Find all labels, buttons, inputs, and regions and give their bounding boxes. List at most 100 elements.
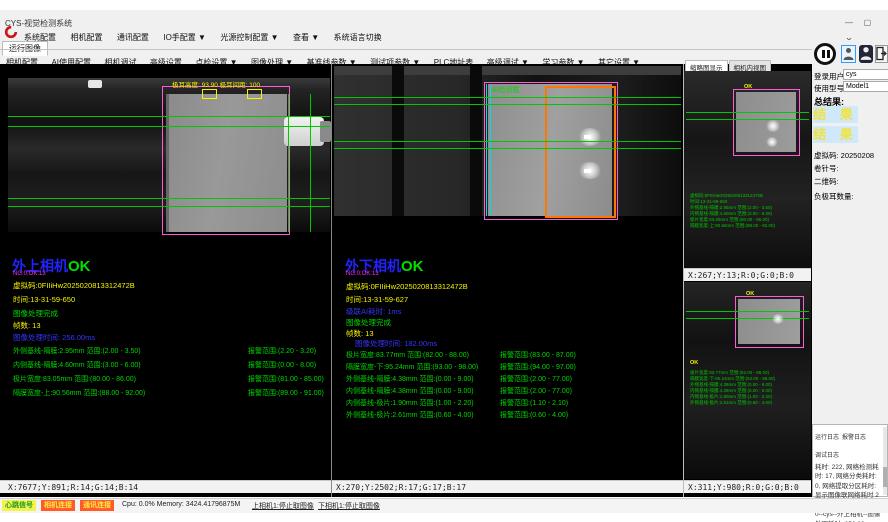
center-alarm-2: 报警范围:(2.00 - 77.00) bbox=[500, 374, 572, 384]
left-measure-3: 隔膜宽度-上:90.56mm 范围:(88.00 - 92.00) bbox=[13, 388, 145, 398]
view2-mini-text: 极片宽度:83.77mm 范围:(82.00 - 88.00) 隔膜宽度-下:9… bbox=[690, 370, 804, 406]
log-scrollbar[interactable] bbox=[883, 427, 887, 495]
login-input[interactable]: cys bbox=[843, 69, 888, 80]
view1-hline-2 bbox=[686, 119, 809, 120]
left-alarm-3: 报警范围:(89.00 - 91.00) bbox=[248, 388, 324, 398]
view2-detection-rect bbox=[735, 296, 804, 348]
sidebar-barcode: 虚拟码: 20250208 bbox=[814, 150, 874, 161]
center-done: 图像处理完成 bbox=[346, 317, 391, 328]
left-alarm-0: 报警范围:(2.20 - 3.20) bbox=[248, 346, 316, 356]
center-hline-3 bbox=[334, 141, 681, 142]
center-measure-4: 内侧基线-极片:1.90mm 范围:(1.00 - 2.20) bbox=[346, 398, 474, 408]
menu-language-switch[interactable]: 系统语言切换 bbox=[334, 32, 382, 43]
model-label: 使用型号: bbox=[814, 83, 846, 94]
left-hline-4 bbox=[8, 206, 330, 207]
view1-hline-1 bbox=[686, 112, 809, 113]
tab-count-label: 负极耳数量: bbox=[814, 191, 854, 202]
left-measure-0: 外侧基线-隔膜:2.95mm 范围:(2.00 - 3.50) bbox=[13, 346, 141, 356]
left-proc-time: 图像处理时间: 256.00ms bbox=[13, 332, 95, 343]
login-user-button[interactable] bbox=[841, 45, 856, 63]
left-time: 时间:13-31-59-650 bbox=[13, 294, 75, 305]
pause-icon-bar2 bbox=[827, 50, 830, 58]
menu-camera-config[interactable]: 相机配置 bbox=[70, 32, 102, 43]
center-bright-dot-2 bbox=[584, 169, 591, 173]
model-input[interactable]: Model1 bbox=[843, 81, 888, 92]
left-alarm-1: 报警范围:(0.00 - 8.00) bbox=[248, 360, 316, 370]
center-proc-time: 图像处理时间: 182.00ms bbox=[355, 338, 437, 349]
log-text: 耗时: 222, 网络检测耗时: 17, 网络分类耗时: 0, 网络提取分区耗时… bbox=[813, 462, 887, 522]
left-hline-3 bbox=[8, 198, 330, 199]
center-bright-dot-1 bbox=[584, 135, 591, 139]
left-vline-2 bbox=[310, 94, 311, 232]
center-hline-2 bbox=[334, 104, 681, 105]
center-hline-1 bbox=[334, 97, 681, 98]
left-image-highlight bbox=[88, 80, 102, 88]
center-alarm-3: 报警范围:(2.00 - 77.00) bbox=[500, 386, 572, 396]
pause-icon bbox=[822, 50, 825, 58]
center-measure-2: 外侧基线-隔膜:4.38mm 范围:(0.00 - 9.00) bbox=[346, 374, 474, 384]
left-measure-1: 内侧基线-隔膜:4.60mm 范围:(3.00 - 6.00) bbox=[13, 360, 141, 370]
center-alarm-0: 报警范围:(83.00 - 87.00) bbox=[500, 350, 576, 360]
menu-comm-config[interactable]: 通讯配置 bbox=[117, 32, 149, 43]
minimize-icon[interactable]: — bbox=[842, 18, 856, 27]
center-measure-0: 极片宽度:83.77mm 范围:(82.00 - 88.00) bbox=[346, 350, 469, 360]
left-status-strip: X:7677;Y:891;R:14;G:14;B:14 bbox=[0, 480, 331, 493]
left-measure-2: 极片宽度:83.05mm 范围:(80.00 - 86.00) bbox=[13, 374, 136, 384]
left-ng-text: NG:0;OK:13 bbox=[13, 271, 46, 277]
log-tab-run[interactable]: 运行日志 bbox=[815, 435, 839, 441]
exit-button[interactable] bbox=[875, 45, 888, 63]
left-overlay-box-2 bbox=[247, 89, 262, 99]
log-tab-alarm[interactable]: 报警日志 bbox=[842, 435, 866, 441]
result-box-2: 结 果 bbox=[813, 126, 858, 143]
camera-connect-badge: 相机连接 bbox=[41, 500, 75, 511]
center-ng-text: NG:0;OK:13 bbox=[346, 271, 379, 277]
pin-number-label: 卷针号: bbox=[814, 163, 839, 174]
center-hline-4 bbox=[334, 148, 681, 149]
view1-mini-text: 虚拟码:0FIIiHw2025020813312472B 时间:13-31-59… bbox=[690, 193, 804, 229]
tab-divider bbox=[0, 49, 888, 50]
view2-ok-label: OK bbox=[690, 360, 698, 366]
center-time: 时间:13-31-59-627 bbox=[346, 294, 408, 305]
left-vline-1 bbox=[288, 94, 289, 232]
log-area[interactable]: 运行日志报警日志调试日志 耗时: 222, 网络检测耗时: 17, 网络分类耗时… bbox=[812, 424, 888, 497]
center-alarm-1: 报警范围:(94.00 - 97.00) bbox=[500, 362, 576, 372]
maximize-icon[interactable]: ▢ bbox=[860, 18, 874, 27]
qr-code-label: 二维码: bbox=[814, 176, 839, 187]
panel-divider-1 bbox=[331, 64, 332, 497]
center-alarm-4: 报警范围:(1.10 - 2.10) bbox=[500, 398, 568, 408]
view1-bright-blob-1 bbox=[766, 120, 780, 132]
log-scrollbar-thumb[interactable] bbox=[883, 467, 887, 487]
left-hline-2 bbox=[8, 126, 330, 127]
left-hline-1 bbox=[8, 116, 330, 117]
menu-view[interactable]: 查看 ▼ bbox=[293, 32, 319, 43]
heartbeat-badge: 心跳信号 bbox=[2, 500, 36, 511]
cpu-memory-text: Cpu: 0.0% Memory: 3424.41796875M bbox=[122, 501, 240, 508]
lower-camera-status[interactable]: 下相机1:停止取图像 bbox=[318, 501, 380, 511]
left-alarm-2: 报警范围:(81.00 - 85.00) bbox=[248, 374, 324, 384]
view2-bright-blob bbox=[772, 314, 784, 324]
view1-bright-blob-2 bbox=[766, 137, 778, 147]
app-logo-icon bbox=[4, 25, 20, 39]
center-measure-3: 内侧基线-隔膜:4.38mm 范围:(0.00 - 9.00) bbox=[346, 386, 474, 396]
comm-connect-badge: 通讯连接 bbox=[80, 500, 114, 511]
view2-hline-2 bbox=[686, 318, 809, 319]
log-tab-debug[interactable]: 调试日志 bbox=[815, 453, 839, 459]
center-measure-1: 隔膜宽度-下:95.24mm 范围:(93.00 - 98.00) bbox=[346, 362, 478, 372]
pause-button[interactable] bbox=[814, 43, 836, 65]
view2-ok-label-top: OK bbox=[746, 291, 754, 297]
view2-hline-1 bbox=[686, 311, 809, 312]
view1-status-strip: X:267;Y:13;R:0;G:0;B:0 bbox=[684, 268, 811, 281]
menu-light-config[interactable]: 光源控制配置 ▼ bbox=[220, 32, 278, 43]
view2-status-strip: X:311;Y:980;R:0;G:0;B:0 bbox=[684, 480, 811, 493]
upper-camera-status[interactable]: 上相机1:停止取图像 bbox=[252, 501, 314, 511]
left-barcode: 虚拟码:0FIIiHw2025020813312472B bbox=[13, 280, 135, 291]
view1-ok-label: OK bbox=[744, 84, 752, 90]
door-exit-icon bbox=[876, 46, 887, 61]
center-barcode: 虚拟码:0FIIiHw2025020813312472B bbox=[346, 281, 468, 292]
center-ai-rect bbox=[545, 86, 616, 218]
left-overlay-box-1 bbox=[202, 89, 217, 99]
operator-button[interactable] bbox=[859, 45, 873, 63]
menu-io-config[interactable]: IO手配置 ▼ bbox=[163, 32, 206, 43]
left-overlay-text: 极耳高度: 93.90 极耳间距: 100 bbox=[172, 79, 260, 89]
log-tabs: 运行日志报警日志调试日志 bbox=[813, 425, 887, 462]
